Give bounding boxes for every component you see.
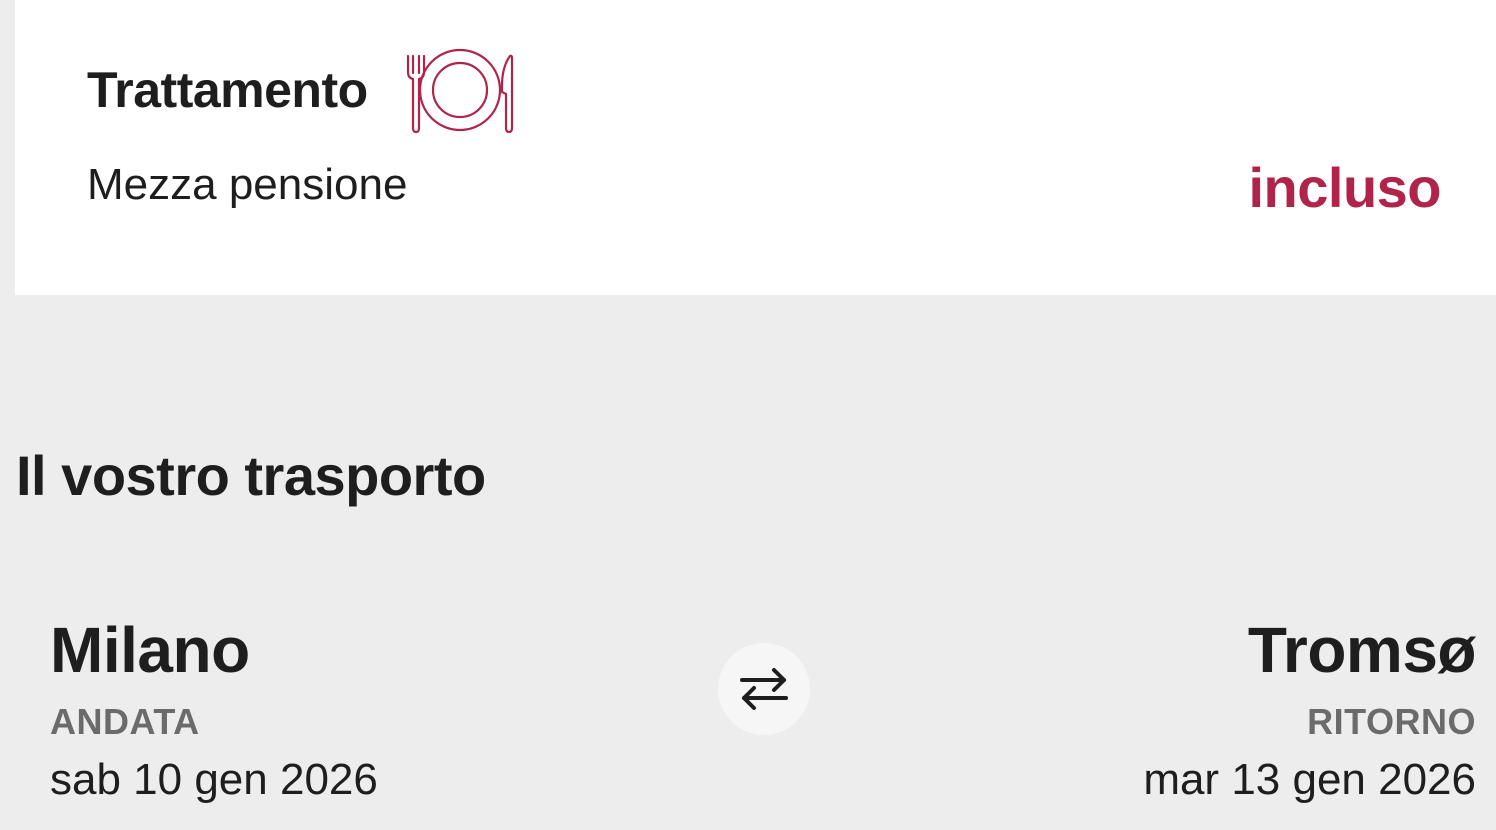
outbound-date: sab 10 gen 2026	[50, 755, 378, 804]
return-leg: Tromsø RITORNO mar 13 gen 2026	[1143, 618, 1476, 802]
return-direction-label: RITORNO	[1307, 701, 1476, 742]
return-date: mar 13 gen 2026	[1143, 755, 1476, 804]
transport-section-title: Il vostro trasporto	[16, 444, 486, 507]
meal-plan-card: Trattamento Mezza pensione incluso	[15, 0, 1496, 295]
outbound-city: Milano	[50, 614, 250, 686]
meal-title: Trattamento	[87, 62, 368, 118]
swap-direction-button[interactable]	[718, 643, 810, 735]
swap-arrows-icon	[740, 668, 788, 710]
return-city: Tromsø	[1247, 614, 1477, 686]
outbound-leg: Milano ANDATA sab 10 gen 2026	[50, 618, 378, 802]
plate-fork-knife-icon	[406, 48, 513, 134]
outbound-direction-label: ANDATA	[50, 701, 200, 742]
meal-title-row: Trattamento	[87, 46, 516, 134]
page: Trattamento Mezza pensione incluso Il vo…	[0, 0, 1496, 830]
meal-price-status: incluso	[1248, 156, 1441, 219]
meal-plan-value: Mezza pensione	[87, 160, 408, 209]
